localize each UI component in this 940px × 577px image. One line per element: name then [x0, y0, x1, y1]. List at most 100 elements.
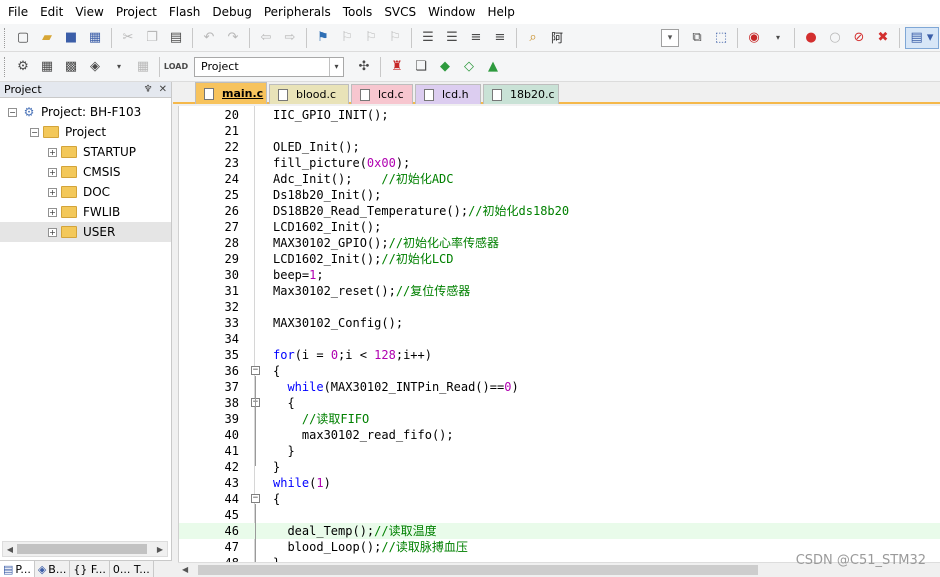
incremental-find-icon[interactable]: ⧉ — [686, 27, 708, 49]
fold-toggle-icon[interactable]: − — [251, 366, 260, 375]
manage-project-items-icon[interactable]: ♜ — [386, 56, 408, 78]
breakpoint-icon[interactable]: ● — [800, 27, 822, 49]
code-line[interactable]: 22 OLED_Init(); — [179, 139, 940, 155]
folder-node-cmsis[interactable]: + CMSIS — [0, 162, 171, 182]
clear-bookmarks-icon[interactable]: ⚐ — [384, 27, 406, 49]
pin-icon[interactable]: ♆ — [144, 84, 153, 95]
nav-back-icon[interactable]: ⇦ — [255, 27, 277, 49]
code-line[interactable]: 41 } — [179, 443, 940, 459]
comment-icon[interactable]: ≡ — [465, 27, 487, 49]
project-root-node[interactable]: − ⚙ Project: BH-F103 — [0, 102, 171, 122]
code-line[interactable]: 44 − { — [179, 491, 940, 507]
menu-tools[interactable]: Tools — [337, 0, 379, 24]
tab-functions[interactable]: {} F... — [70, 561, 110, 577]
rebuild-icon[interactable]: ▩ — [60, 56, 82, 78]
code-line[interactable]: 38− { — [179, 395, 940, 411]
toolbar-grip[interactable] — [4, 56, 7, 77]
build-icon[interactable]: ▦ — [36, 56, 58, 78]
cut-icon[interactable]: ✂ — [117, 27, 139, 49]
code-line[interactable]: 24 Adc_Init(); //初始化ADC — [179, 171, 940, 187]
editor-tab-blood-c[interactable]: blood.c — [269, 84, 349, 104]
code-line[interactable]: 42} — [179, 459, 940, 475]
run-time-environment-icon[interactable]: ▲ — [482, 56, 504, 78]
code-line[interactable]: 43 while(1) — [179, 475, 940, 491]
code-line[interactable]: 40 max30102_read_fifo(); — [179, 427, 940, 443]
code-line[interactable]: 39 //读取FIFO — [179, 411, 940, 427]
code-line[interactable]: 36 − { — [179, 363, 940, 379]
tab-books[interactable]: ◈ B... — [35, 561, 71, 577]
code-line[interactable]: 20 IIC_GPIO_INIT(); — [179, 107, 940, 123]
menu-window[interactable]: Window — [422, 0, 481, 24]
bookmark-icon[interactable]: ⚑ — [312, 27, 334, 49]
batch-dropdown-icon[interactable]: ▾ — [108, 56, 130, 78]
expand-icon[interactable]: + — [48, 147, 57, 157]
next-bookmark-icon[interactable]: ⚐ — [360, 27, 382, 49]
tab-templates[interactable]: 0... T... — [110, 561, 154, 577]
code-line[interactable]: 37 while(MAX30102_INTPin_Read()==0) — [179, 379, 940, 395]
folder-node-doc[interactable]: + DOC — [0, 182, 171, 202]
expand-icon[interactable]: + — [48, 187, 57, 197]
save-icon[interactable]: ■ — [60, 27, 82, 49]
scroll-thumb[interactable] — [17, 544, 147, 554]
code-line[interactable]: 27 LCD1602_Init(); — [179, 219, 940, 235]
scroll-left-icon[interactable]: ◀ — [182, 565, 188, 574]
menu-file[interactable]: File — [2, 0, 34, 24]
code-line[interactable]: 29 LCD1602_Init();//初始化LCD — [179, 251, 940, 267]
browse-icon[interactable]: ⬚ — [710, 27, 732, 49]
collapse-icon[interactable]: − — [8, 107, 17, 117]
code-line[interactable]: 46 deal_Temp();//读取温度 — [179, 523, 940, 539]
close-icon[interactable]: ✕ — [159, 84, 167, 95]
code-line[interactable]: 23 fill_picture(0x00); — [179, 155, 940, 171]
debug-session-icon[interactable]: ◉ — [743, 27, 765, 49]
find-text-field[interactable]: 阿 — [551, 29, 563, 46]
project-panel-scrollbar[interactable]: ◀ ▶ — [2, 541, 168, 557]
pack-installer-icon[interactable]: ◇ — [458, 56, 480, 78]
disable-breakpoint-icon[interactable]: ○ — [824, 27, 846, 49]
code-line[interactable]: 35 for(i = 0;i < 128;i++) — [179, 347, 940, 363]
debug-dropdown-icon[interactable]: ▾ — [767, 27, 789, 49]
menu-svcs[interactable]: SVCS — [378, 0, 422, 24]
paste-icon[interactable]: ▤ — [165, 27, 187, 49]
batch-build-icon[interactable]: ◈ — [84, 56, 106, 78]
window-layout-icon[interactable]: ▤ ▾ — [905, 26, 939, 49]
project-group-node[interactable]: − Project — [0, 122, 171, 142]
uncomment-icon[interactable]: ≡ — [489, 27, 511, 49]
code-line[interactable]: 21 — [179, 123, 940, 139]
prev-bookmark-icon[interactable]: ⚐ — [336, 27, 358, 49]
find-dropdown-arrow[interactable]: ▾ — [661, 28, 679, 47]
unindent-icon[interactable]: ☰ — [441, 27, 463, 49]
options-for-target-icon[interactable]: ✣ — [353, 56, 375, 78]
kill-all-breakpoints-icon[interactable]: ✖ — [872, 27, 894, 49]
folder-node-fwlib[interactable]: + FWLIB — [0, 202, 171, 222]
code-line[interactable]: 45 — [179, 507, 940, 523]
menu-peripherals[interactable]: Peripherals — [258, 0, 337, 24]
open-file-icon[interactable]: ▰ — [36, 27, 58, 49]
undo-icon[interactable]: ↶ — [198, 27, 220, 49]
target-select[interactable]: Project ▾ — [194, 56, 344, 77]
code-line[interactable]: 30 beep=1; — [179, 267, 940, 283]
save-all-icon[interactable]: ▦ — [84, 27, 106, 49]
editor-tab-lcd-c[interactable]: lcd.c — [351, 84, 413, 104]
redo-icon[interactable]: ↷ — [222, 27, 244, 49]
menu-flash[interactable]: Flash — [163, 0, 206, 24]
menu-help[interactable]: Help — [481, 0, 520, 24]
menu-view[interactable]: View — [69, 0, 109, 24]
file-extensions-icon[interactable]: ❏ — [410, 56, 432, 78]
scroll-thumb[interactable] — [198, 565, 758, 575]
select-packs-icon[interactable]: ◆ — [434, 56, 456, 78]
editor-tab-18b20-c[interactable]: 18b20.c — [483, 84, 559, 104]
expand-icon[interactable]: + — [48, 207, 57, 217]
code-line[interactable]: 25 Ds18b20_Init(); — [179, 187, 940, 203]
folder-node-startup[interactable]: + STARTUP — [0, 142, 171, 162]
nav-forward-icon[interactable]: ⇨ — [279, 27, 301, 49]
disable-all-breakpoints-icon[interactable]: ⊘ — [848, 27, 870, 49]
translate-icon[interactable]: ⚙ — [12, 56, 34, 78]
tab-project[interactable]: ▤ P... — [0, 561, 35, 577]
folder-node-user[interactable]: + USER — [0, 222, 171, 242]
editor-tab-lcd-h[interactable]: lcd.h — [415, 84, 481, 104]
code-line[interactable]: 31 Max30102_reset();//复位传感器 — [179, 283, 940, 299]
editor-tab-main-c[interactable]: main.c — [195, 82, 267, 104]
code-line[interactable]: 34 — [179, 331, 940, 347]
indent-icon[interactable]: ☰ — [417, 27, 439, 49]
code-line[interactable]: 33 MAX30102_Config(); — [179, 315, 940, 331]
